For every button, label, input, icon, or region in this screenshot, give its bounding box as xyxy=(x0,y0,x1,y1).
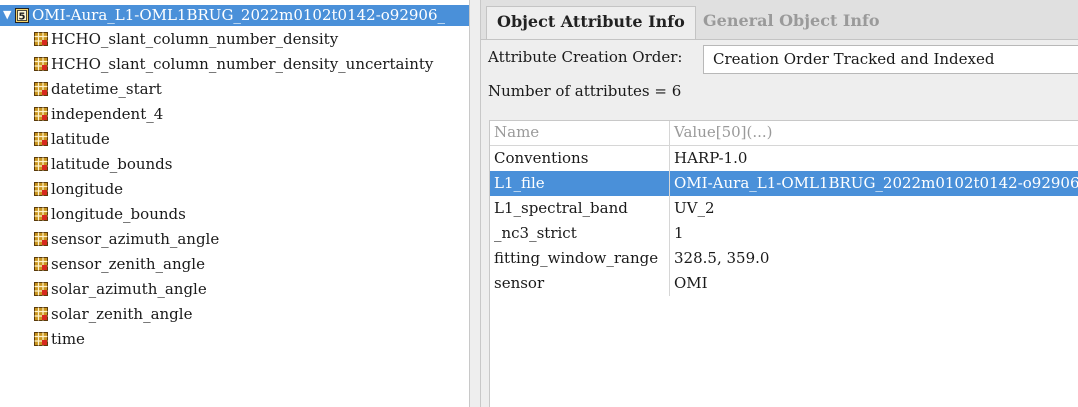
tree-item-label: solar_zenith_angle xyxy=(51,305,193,323)
attribute-value-cell[interactable]: OMI-Aura_L1-OML1BRUG_2022m0102t0142-o929… xyxy=(670,171,1078,196)
tree-item-label: longitude xyxy=(51,180,124,198)
dataset-icon xyxy=(34,132,48,150)
attribute-value-cell[interactable]: UV_2 xyxy=(670,196,1078,221)
table-row[interactable]: Conventions HARP-1.0 xyxy=(490,146,1078,171)
attribute-value-cell[interactable]: 1 xyxy=(670,221,1078,246)
tree-item[interactable]: HCHO_slant_column_number_density xyxy=(0,27,469,52)
table-row[interactable]: _nc3_strict 1 xyxy=(490,221,1078,246)
tree-root-label: OMI-Aura_L1-OML1BRUG_2022m0102t0142-o929… xyxy=(32,6,446,24)
tree-item-label: HCHO_slant_column_number_density xyxy=(51,30,339,48)
dataset-icon xyxy=(34,332,48,350)
attribute-name-cell[interactable]: sensor xyxy=(490,271,670,296)
column-header-value[interactable]: Value[50](...) xyxy=(670,121,1078,145)
tree-item-label: HCHO_slant_column_number_density_uncerta… xyxy=(51,55,434,73)
tree-item-label: datetime_start xyxy=(51,80,162,98)
attribute-value-cell[interactable]: 328.5, 359.0 xyxy=(670,246,1078,271)
tab-bar: Object Attribute Info General Object Inf… xyxy=(481,0,1078,40)
svg-text:5: 5 xyxy=(19,12,26,23)
attribute-value-cell[interactable]: HARP-1.0 xyxy=(670,146,1078,171)
tree-item-label: sensor_azimuth_angle xyxy=(51,230,220,248)
info-panel: Object Attribute Info General Object Inf… xyxy=(481,0,1078,407)
table-row[interactable]: L1_spectral_band UV_2 xyxy=(490,196,1078,221)
attribute-name-cell[interactable]: fitting_window_range xyxy=(490,246,670,271)
dataset-icon xyxy=(34,32,48,50)
hdf-file-icon: 5 xyxy=(15,8,29,26)
tree-item[interactable]: longitude xyxy=(0,177,469,202)
attribute-table: Name Value[50](...) Conventions HARP-1.0 L… xyxy=(489,120,1078,407)
tree-item[interactable]: independent_4 xyxy=(0,102,469,127)
dataset-icon xyxy=(34,82,48,100)
tree-item[interactable]: solar_zenith_angle xyxy=(0,302,469,327)
tree-item-label: sensor_zenith_angle xyxy=(51,255,205,273)
table-row[interactable]: sensor OMI xyxy=(490,271,1078,296)
tree-item-label: time xyxy=(51,330,85,348)
attribute-name-cell[interactable]: L1_file xyxy=(490,171,670,196)
table-header: Name Value[50](...) xyxy=(490,121,1078,146)
tree-item[interactable]: solar_azimuth_angle xyxy=(0,277,469,302)
tree-item[interactable]: latitude xyxy=(0,127,469,152)
tab-general-object-info[interactable]: General Object Info xyxy=(693,6,890,38)
tree-item-label: solar_azimuth_angle xyxy=(51,280,207,298)
tree-item[interactable]: longitude_bounds xyxy=(0,202,469,227)
dataset-icon xyxy=(34,257,48,275)
tree-item-label: longitude_bounds xyxy=(51,205,186,223)
split-pane-divider[interactable] xyxy=(469,0,481,407)
column-header-name[interactable]: Name xyxy=(490,121,670,145)
tree-item-label: latitude_bounds xyxy=(51,155,173,173)
creation-order-select[interactable]: Creation Order Tracked and Indexed xyxy=(703,45,1078,74)
dataset-icon xyxy=(34,232,48,250)
dataset-icon xyxy=(34,282,48,300)
dataset-icon xyxy=(34,307,48,325)
attribute-count-label: Number of attributes = 6 xyxy=(488,82,682,100)
tree-item[interactable]: datetime_start xyxy=(0,77,469,102)
tree-item[interactable]: time xyxy=(0,327,469,352)
tree-item[interactable]: HCHO_slant_column_number_density_uncerta… xyxy=(0,52,469,77)
tree-item-label: latitude xyxy=(51,130,110,148)
attribute-name-cell[interactable]: Conventions xyxy=(490,146,670,171)
tree-children: HCHO_slant_column_number_density HCHO_sla… xyxy=(0,27,469,352)
tree-item[interactable]: sensor_azimuth_angle xyxy=(0,227,469,252)
attribute-name-cell[interactable]: L1_spectral_band xyxy=(490,196,670,221)
dataset-icon xyxy=(34,107,48,125)
dataset-icon xyxy=(34,157,48,175)
creation-order-label: Attribute Creation Order: xyxy=(488,48,683,66)
table-body: Conventions HARP-1.0 L1_file OMI-Aura_L1-OM… xyxy=(490,146,1078,296)
dataset-icon xyxy=(34,57,48,75)
attribute-value-cell[interactable]: OMI xyxy=(670,271,1078,296)
object-tree: ▼ 5 OMI-Aura_L1-OML1BRUG_2022m0102t0142-… xyxy=(0,0,469,407)
tree-item-label: independent_4 xyxy=(51,105,164,123)
expand-triangle-icon[interactable]: ▼ xyxy=(3,8,11,22)
tree-item[interactable]: latitude_bounds xyxy=(0,152,469,177)
table-row[interactable]: L1_file OMI-Aura_L1-OML1BRUG_2022m0102t01… xyxy=(490,171,1078,196)
dataset-icon xyxy=(34,207,48,225)
tree-item[interactable]: sensor_zenith_angle xyxy=(0,252,469,277)
tree-root-node[interactable]: ▼ 5 OMI-Aura_L1-OML1BRUG_2022m0102t0142-… xyxy=(0,5,469,26)
attribute-name-cell[interactable]: _nc3_strict xyxy=(490,221,670,246)
tab-object-attribute-info[interactable]: Object Attribute Info xyxy=(486,6,696,39)
table-row[interactable]: fitting_window_range 328.5, 359.0 xyxy=(490,246,1078,271)
dataset-icon xyxy=(34,182,48,200)
